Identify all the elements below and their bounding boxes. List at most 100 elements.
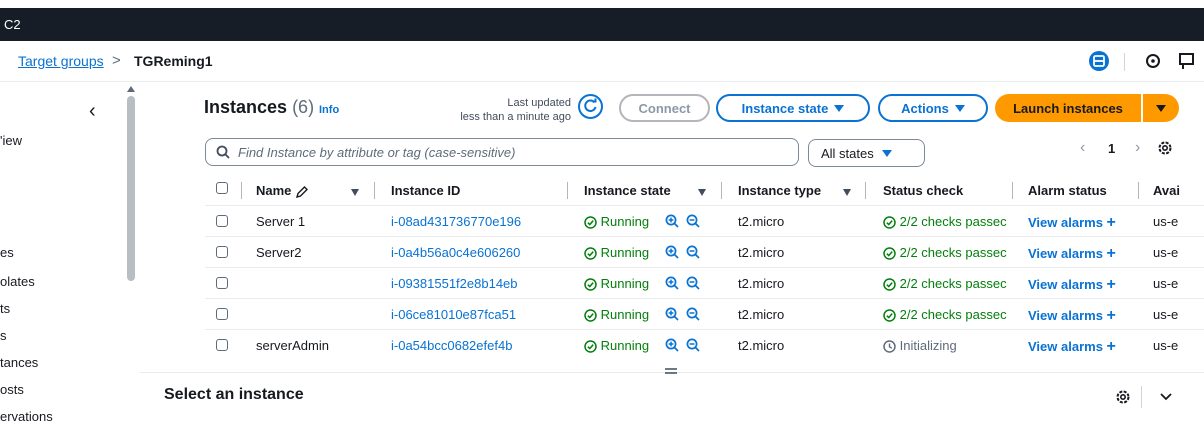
zoom-in-icon[interactable] [665, 338, 679, 352]
sort-caret-icon[interactable] [843, 189, 851, 196]
last-updated-value: less than a minute ago [460, 111, 571, 123]
instance-id-link[interactable]: i-08ad431736770e196 [391, 214, 521, 229]
row-checkbox[interactable] [216, 308, 228, 320]
zoom-out-icon[interactable] [686, 338, 700, 352]
availability-zone: us-e [1153, 245, 1179, 260]
check-circle-icon [584, 309, 597, 322]
sort-caret-icon[interactable] [698, 189, 706, 196]
sort-caret-icon[interactable] [351, 189, 359, 196]
breadcrumb-target-groups-link[interactable]: Target groups [18, 53, 104, 69]
last-updated: Last updated less than a minute ago [420, 96, 571, 124]
instance-state: Running [584, 307, 649, 322]
connect-label: Connect [638, 100, 691, 116]
plus-icon: + [1106, 214, 1116, 231]
split-panel-settings-gear-icon[interactable] [1115, 389, 1131, 405]
panel-layout-icon[interactable] [1089, 51, 1109, 71]
instance-state: Running [584, 338, 649, 353]
instance-state-button[interactable]: Instance state [716, 94, 870, 122]
connect-button[interactable]: Connect [619, 94, 710, 122]
zoom-in-icon[interactable] [665, 245, 679, 259]
search-input[interactable]: Find Instance by attribute or tag (case-… [205, 138, 799, 166]
zoom-in-icon[interactable] [665, 276, 679, 290]
status-check-text: 2/2 checks passec [899, 276, 1007, 291]
sidebar-item-templates[interactable]: olates [0, 274, 35, 289]
states-filter-select[interactable]: All states [808, 139, 925, 167]
row-checkbox[interactable] [216, 215, 228, 227]
column-separator [721, 182, 722, 199]
header-divider [1124, 53, 1125, 71]
zoom-out-icon[interactable] [686, 276, 700, 290]
table-row[interactable]: Server 1 i-08ad431736770e196 Running t2.… [205, 205, 1204, 237]
table-row[interactable]: Server2 i-0a4b56a0c4e606260 Running t2.m… [205, 236, 1204, 268]
column-header-alarm-status[interactable]: Alarm status [1028, 183, 1107, 198]
zoom-in-icon[interactable] [665, 214, 679, 228]
sidebar-item-capacity-reservations[interactable]: ervations [0, 409, 53, 424]
service-name[interactable]: C2 [4, 17, 21, 32]
instance-id-link[interactable]: i-09381551f2e8b14eb [391, 276, 518, 291]
resize-handle-icon[interactable] [664, 367, 678, 375]
sidebar-item-reserved-instances[interactable]: tances [0, 355, 38, 370]
actions-button[interactable]: Actions [878, 94, 988, 122]
zoom-out-icon[interactable] [686, 245, 700, 259]
zoom-in-icon[interactable] [665, 307, 679, 321]
column-header-instance-state[interactable]: Instance state [584, 183, 671, 198]
table-settings-gear-icon[interactable] [1157, 140, 1173, 156]
select-all-checkbox[interactable] [216, 182, 228, 194]
pagination-next-icon[interactable]: › [1135, 139, 1140, 157]
view-alarms-link[interactable]: View alarms + [1028, 214, 1116, 232]
column-header-instance-type[interactable]: Instance type [738, 183, 821, 198]
table-row[interactable]: i-06ce81010e87fca51 Running t2.micro 2/2… [205, 298, 1204, 330]
view-alarms-link[interactable]: View alarms + [1028, 276, 1116, 294]
check-circle-icon [584, 216, 597, 229]
feedback-icon[interactable] [1177, 51, 1197, 71]
notifications-icon[interactable] [1143, 51, 1163, 71]
table-row[interactable]: i-09381551f2e8b14eb Running t2.micro 2/2… [205, 267, 1204, 299]
view-alarms-label: View alarms [1028, 308, 1103, 323]
launch-instances-dropdown[interactable] [1143, 94, 1179, 122]
row-checkbox[interactable] [216, 339, 228, 351]
sidebar-item-spot-requests[interactable]: ts [0, 301, 10, 316]
view-alarms-link[interactable]: View alarms + [1028, 245, 1116, 263]
instance-id-link[interactable]: i-0a4b56a0c4e606260 [391, 245, 520, 260]
launch-instances-button[interactable]: Launch instances [995, 94, 1141, 122]
instance-name: Server2 [256, 245, 302, 260]
instance-type: t2.micro [738, 276, 785, 291]
instance-id-link[interactable]: i-0a54bcc0682efef4b [391, 338, 512, 353]
plus-icon: + [1106, 245, 1116, 262]
pagination-prev-icon[interactable]: ‹ [1080, 139, 1085, 157]
actions-label: Actions [901, 100, 949, 116]
row-checkbox[interactable] [216, 246, 228, 258]
column-header-name[interactable]: Name [256, 183, 309, 199]
states-filter-value: All states [821, 145, 874, 161]
sidebar-item-dedicated-hosts[interactable]: osts [0, 382, 24, 397]
row-checkbox[interactable] [216, 277, 228, 289]
column-header-status-check[interactable]: Status check [883, 183, 963, 198]
sidebar-item-instances[interactable]: es [0, 245, 14, 260]
split-panel-divider-vertical [1141, 386, 1142, 408]
chevron-down-icon[interactable] [1159, 391, 1173, 403]
view-alarms-label: View alarms [1028, 277, 1103, 292]
zoom-out-icon[interactable] [686, 214, 700, 228]
instance-id-link[interactable]: i-06ce81010e87fca51 [391, 307, 516, 322]
pagination-current-page[interactable]: 1 [1108, 141, 1115, 156]
column-header-availability-zone[interactable]: Avai [1153, 183, 1180, 198]
view-alarms-label: View alarms [1028, 246, 1103, 261]
info-link[interactable]: Info [319, 104, 339, 116]
view-alarms-link[interactable]: View alarms + [1028, 307, 1116, 325]
column-header-instance-id[interactable]: Instance ID [391, 183, 460, 198]
breadcrumb: Target groups > TGReming1 [0, 41, 1204, 82]
sidebar-item-overview[interactable]: 'iew [0, 133, 22, 148]
scroll-up-arrow-icon[interactable] [127, 86, 135, 92]
sidebar-item-savings-plans[interactable]: s [0, 328, 7, 343]
status-check: 2/2 checks passec [883, 276, 1007, 291]
caret-down-icon [1156, 104, 1166, 112]
sidebar-collapse-icon[interactable]: ‹ [89, 100, 96, 123]
view-alarms-label: View alarms [1028, 339, 1103, 354]
zoom-out-icon[interactable] [686, 307, 700, 321]
view-alarms-link[interactable]: View alarms + [1028, 338, 1116, 356]
table-row[interactable]: serverAdmin i-0a54bcc0682efef4b Running … [205, 329, 1204, 361]
instance-state-label: Instance state [741, 100, 829, 116]
instance-state: Running [584, 245, 649, 260]
refresh-button[interactable] [578, 94, 603, 119]
scrollbar-thumb[interactable] [127, 96, 135, 281]
